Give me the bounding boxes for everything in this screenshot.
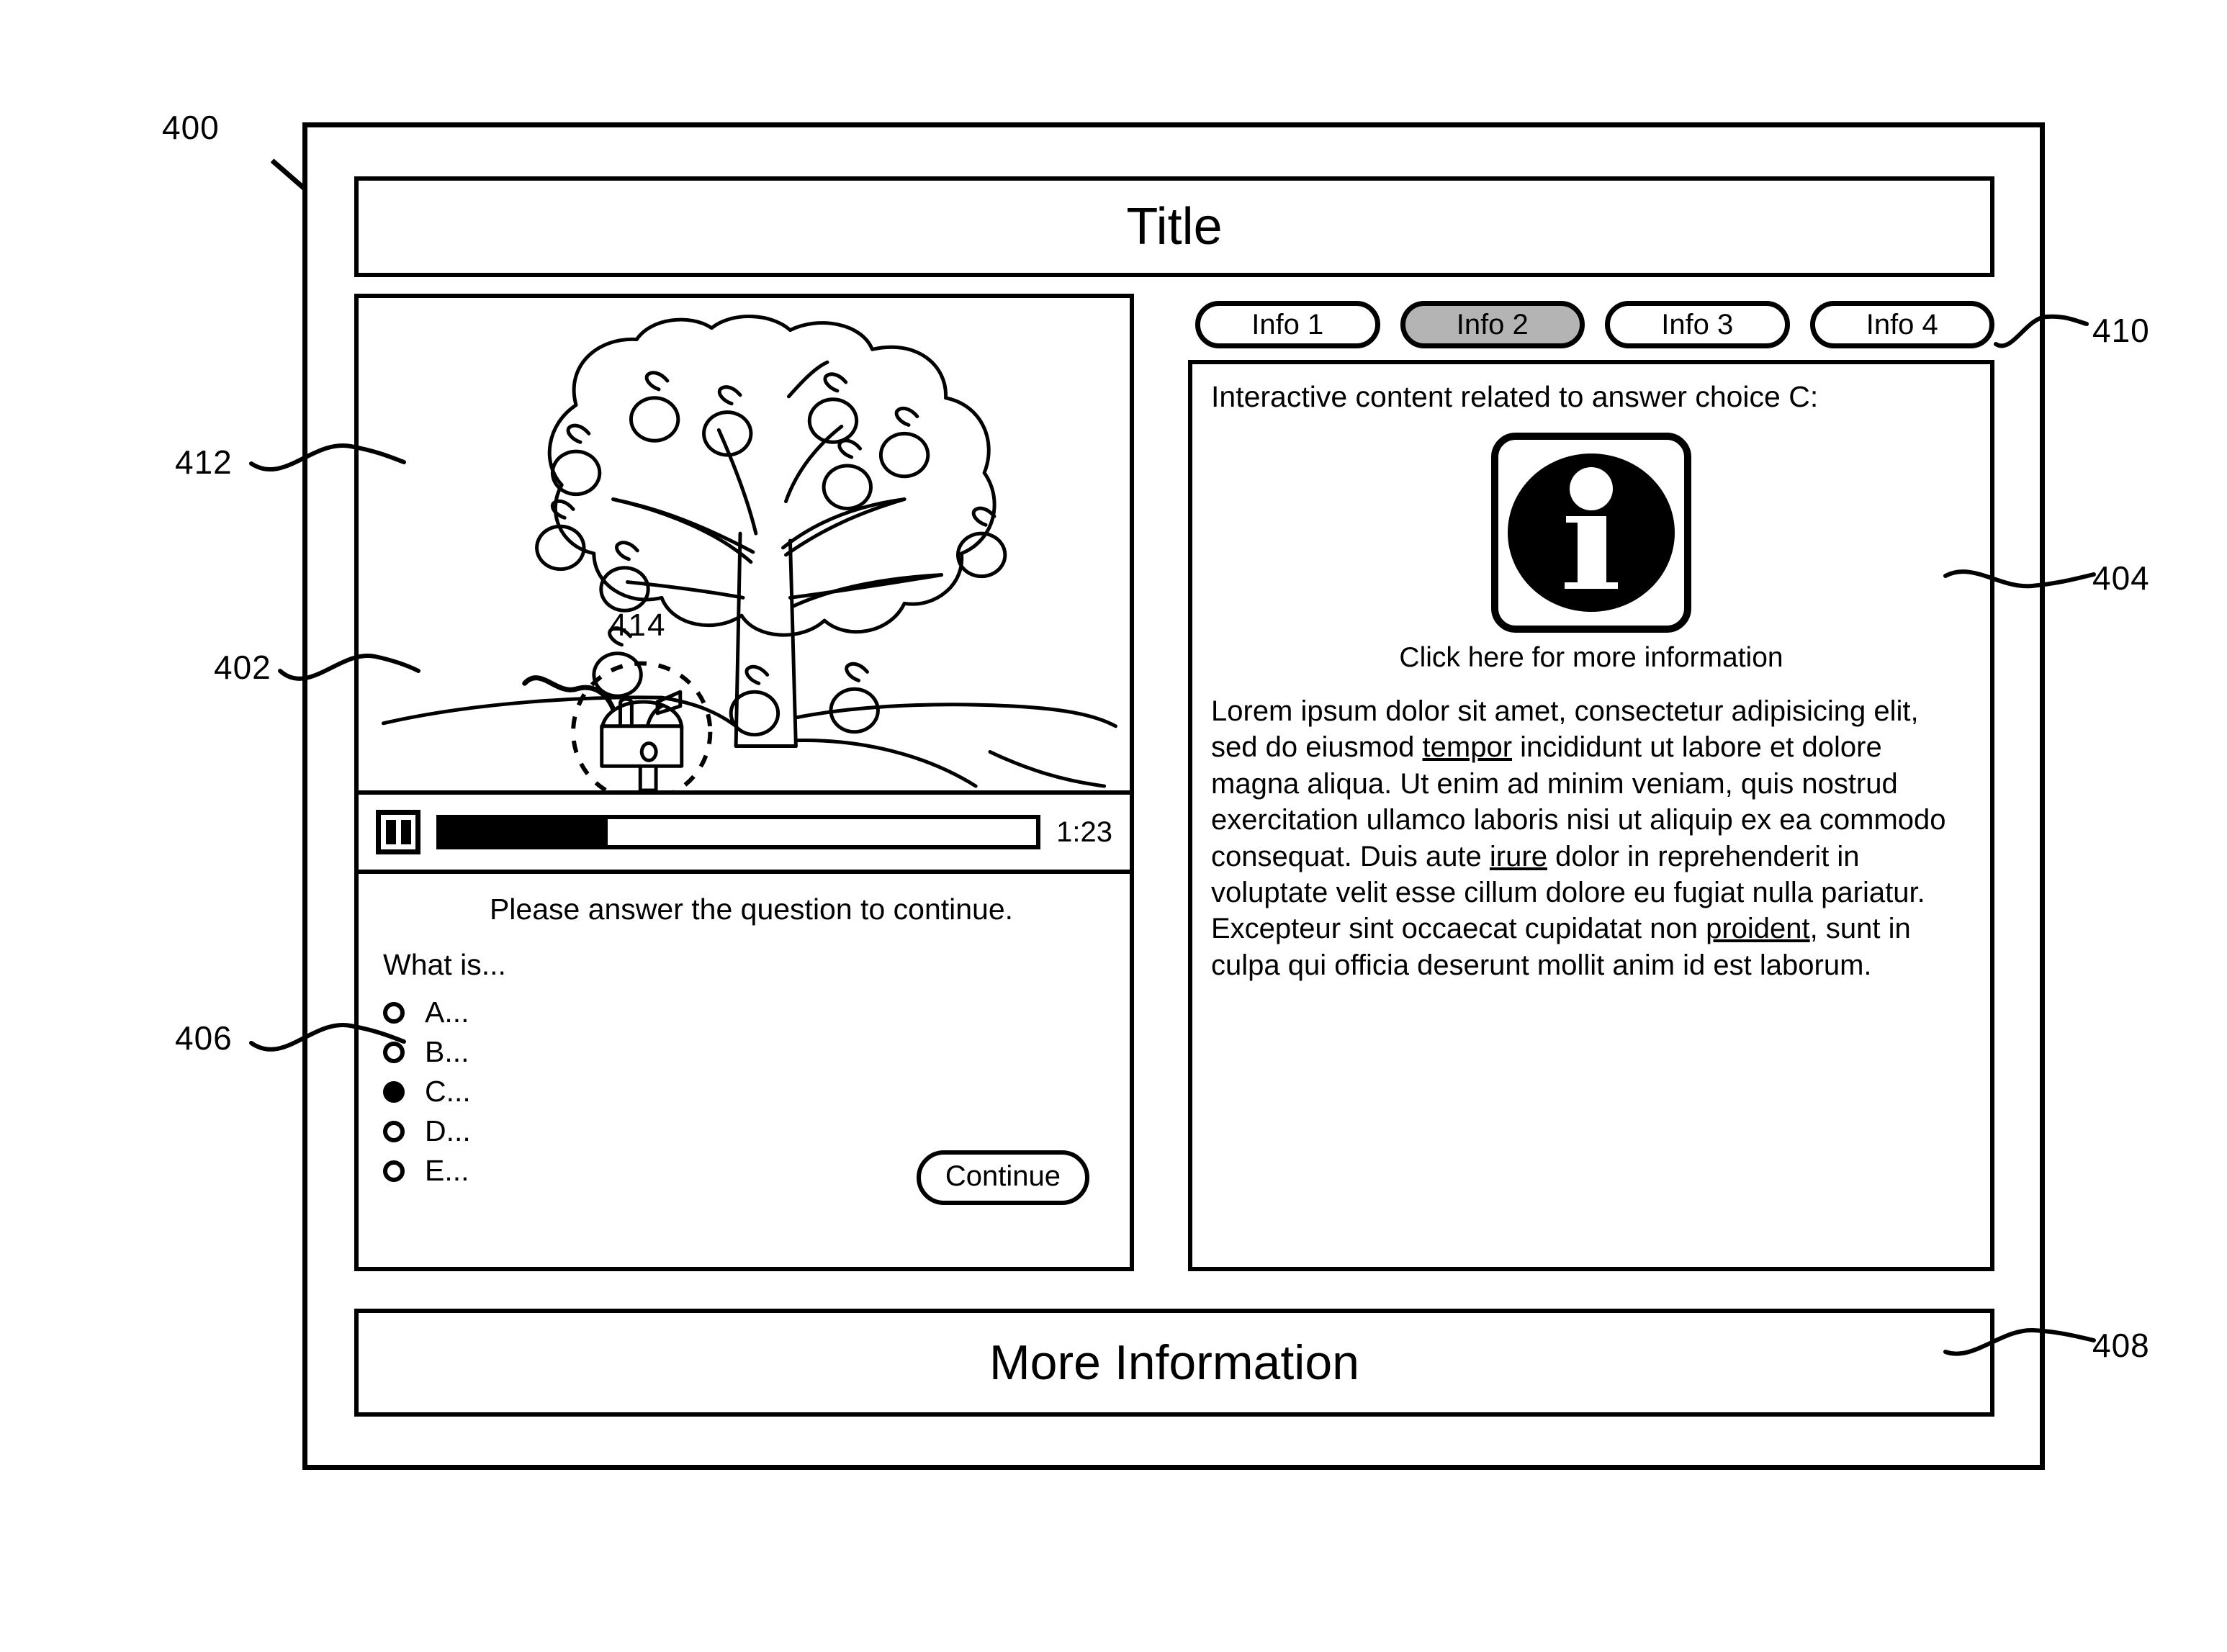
ref-number-402: 402 [214,649,271,686]
ref-number-406: 406 [175,1019,233,1057]
answer-choice-label: D... [425,1114,471,1147]
pause-icon[interactable] [376,810,420,854]
inline-link[interactable]: tempor [1423,731,1513,763]
tab-label: Info 2 [1456,309,1529,340]
tab-info-2[interactable]: Info 2 [1400,301,1585,348]
answer-choice-b[interactable]: B... [383,1037,1105,1067]
tab-label: Info 3 [1661,309,1734,340]
ref-number-410: 410 [2092,312,2150,349]
more-information-footer[interactable]: More Information [354,1309,1994,1417]
pause-bar-left [385,820,396,844]
continue-button-row: Continue [916,1150,1089,1205]
ref-number-404: 404 [2092,559,2150,597]
page-title: Title [1126,198,1223,256]
radio-button[interactable] [383,1120,405,1142]
apple-tree-illustration [381,315,1117,790]
question-area: Please answer the question to continue. … [359,874,1130,1267]
progress-bar[interactable] [436,815,1041,849]
ref-number-408: 408 [2092,1327,2150,1364]
answer-prompt-text: Please answer the question to continue. [489,893,1014,926]
information-icon[interactable] [1491,433,1691,633]
interactive-content-panel: Interactive content related to answer ch… [1188,360,1994,1271]
media-player-controls: 1:23 [359,795,1130,874]
more-information-link-block[interactable]: Click here for more information [1211,433,1971,674]
time-elapsed-label: 1:23 [1056,816,1112,848]
answer-choice-label: C... [425,1075,471,1108]
radio-button[interactable] [383,1001,405,1024]
tab-label: Info 4 [1866,309,1938,340]
interactive-content-heading: Interactive content related to answer ch… [1211,380,1819,413]
continue-button[interactable]: Continue [916,1150,1089,1205]
interactive-body-copy: Lorem ipsum dolor sit amet, consectetur … [1211,693,1971,983]
answer-choice-c[interactable]: C... [383,1077,1105,1106]
information-icon-glyph [1508,453,1675,612]
tab-info-3[interactable]: Info 3 [1605,301,1790,348]
tab-info-1[interactable]: Info 1 [1195,301,1380,348]
answer-choice-a[interactable]: A... [383,998,1105,1027]
ref-number-412: 412 [175,443,233,481]
lead-line-414 [522,675,616,712]
more-information-caption: Click here for more information [1399,642,1783,673]
inline-link[interactable]: proident [1706,913,1810,944]
title-bar: Title [354,176,1994,277]
video-stage[interactable]: 414 [359,298,1130,795]
answer-choice-d[interactable]: D... [383,1116,1105,1146]
radio-button[interactable] [383,1080,405,1103]
pause-bar-right [400,820,411,844]
footer-label: More Information [989,1335,1359,1390]
progress-bar-fill [441,819,608,845]
inline-link[interactable]: irure [1490,841,1547,872]
answer-choice-label: A... [425,996,469,1029]
media-and-question-panel: 414 1:23 Please answer the question to c… [354,294,1134,1271]
tab-info-4[interactable]: Info 4 [1809,301,1994,348]
figure-canvas: 400 Title 414 1:23 Please answer the que… [0,0,2227,1652]
tab-label: Info 1 [1251,309,1324,340]
answer-choice-label: B... [425,1035,469,1068]
answer-choice-label: E... [425,1154,469,1187]
ref-number-414: 414 [609,608,667,643]
info-tab-row: Info 1 Info 2 Info 3 Info 4 [1195,301,1994,348]
ref-number-400: 400 [162,109,220,146]
radio-button[interactable] [383,1160,405,1182]
question-stem: What is... [383,948,506,981]
radio-button[interactable] [383,1041,405,1063]
